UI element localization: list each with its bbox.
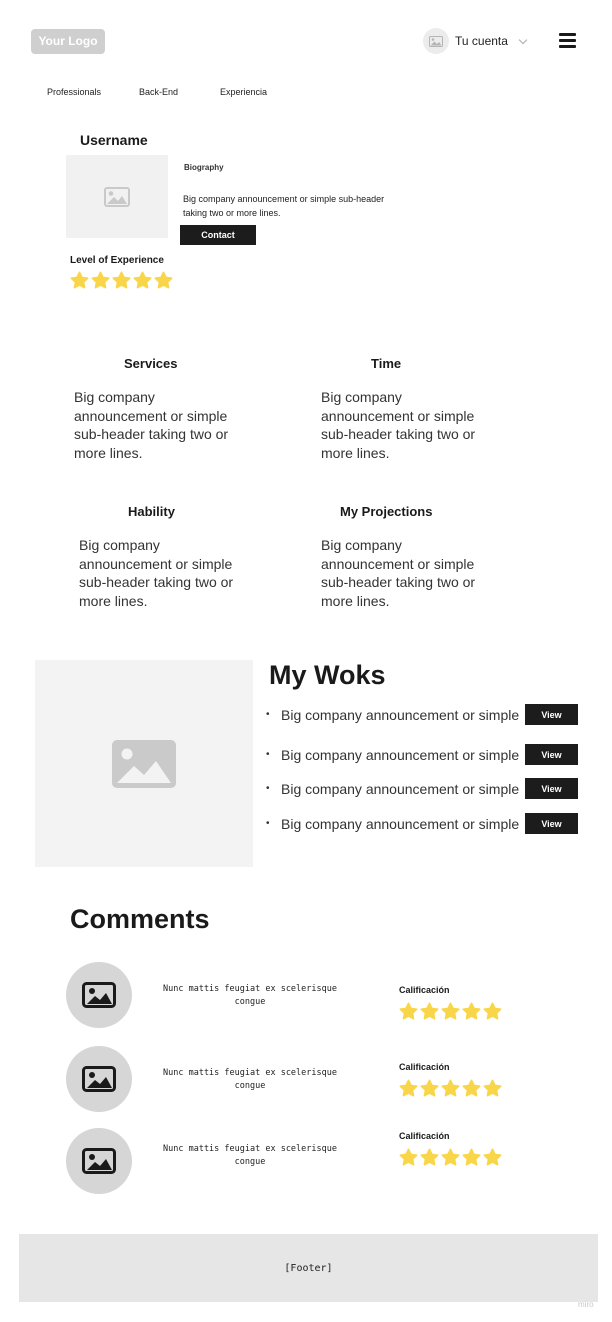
work-item-text: Big company announcement or simple [281, 706, 520, 723]
biography-title: Biography [184, 163, 224, 172]
image-placeholder-icon [112, 739, 176, 788]
star-icon [441, 1079, 460, 1097]
nav-link-professionals[interactable]: Professionals [47, 87, 101, 97]
star-icon [112, 271, 131, 289]
logo[interactable]: Your Logo [31, 29, 105, 54]
work-item-text: Big company announcement or simple [281, 815, 520, 832]
work-item: • Big company announcement or simple Vie… [266, 704, 578, 725]
account-menu[interactable]: Tu cuenta [423, 28, 528, 54]
chevron-down-icon [518, 35, 528, 44]
contact-button[interactable]: Contact [180, 225, 256, 245]
view-button[interactable]: View [525, 744, 578, 765]
section-title-my-projections: My Projections [340, 504, 433, 519]
watermark: miro [578, 1300, 594, 1309]
section-title-services: Services [124, 356, 178, 371]
rating-label: Calificación [399, 985, 450, 995]
experience-rating [70, 271, 173, 290]
work-item-text: Big company announcement or simple [281, 780, 520, 797]
star-icon [399, 1148, 418, 1166]
level-of-experience-label: Level of Experience [70, 255, 164, 266]
biography-text: Big company announcement or simple sub-h… [183, 194, 385, 218]
comment-text: Nunc mattis feugiat ex scelerisque congu… [163, 984, 337, 1007]
comment-rating [399, 1002, 502, 1021]
commenter-avatar [66, 1128, 132, 1194]
comments-title: Comments [70, 904, 210, 934]
star-icon [70, 271, 89, 289]
star-icon [399, 1002, 418, 1020]
star-icon [483, 1002, 502, 1020]
section-body-hability: Big company announcement or simple sub-h… [79, 537, 234, 610]
work-item-text: Big company announcement or simple [281, 746, 520, 763]
account-label: Tu cuenta [455, 34, 508, 48]
comment-rating [399, 1079, 502, 1098]
star-icon [91, 271, 110, 289]
work-item: • Big company announcement or simple Vie… [266, 744, 578, 765]
star-icon [462, 1079, 481, 1097]
image-icon [82, 1148, 116, 1174]
rating-label: Calificación [399, 1131, 450, 1141]
work-item: • Big company announcement or simple Vie… [266, 778, 578, 799]
star-icon [462, 1002, 481, 1020]
star-icon [420, 1002, 439, 1020]
star-icon [154, 271, 173, 289]
star-icon [420, 1079, 439, 1097]
section-title-hability: Hability [128, 504, 175, 519]
nav-link-back-end[interactable]: Back-End [139, 87, 178, 97]
view-button[interactable]: View [525, 778, 578, 799]
works-title: My Woks [269, 660, 386, 690]
image-icon [82, 1066, 116, 1092]
star-icon [133, 271, 152, 289]
footer: [Footer] [19, 1234, 598, 1302]
account-avatar-icon [423, 28, 449, 54]
rating-label: Calificación [399, 1062, 450, 1072]
works-image [35, 660, 253, 867]
section-body-time: Big company announcement or simple sub-h… [321, 389, 476, 462]
work-item: • Big company announcement or simple Vie… [266, 813, 578, 834]
commenter-avatar [66, 1046, 132, 1112]
nav-link-experiencia[interactable]: Experiencia [220, 87, 267, 97]
star-icon [441, 1148, 460, 1166]
comment-text: Nunc mattis feugiat ex scelerisque congu… [163, 1144, 337, 1167]
comment-text: Nunc mattis feugiat ex scelerisque congu… [163, 1068, 337, 1091]
username: Username [80, 132, 148, 148]
star-icon [483, 1079, 502, 1097]
hamburger-menu-icon[interactable] [559, 33, 576, 48]
view-button[interactable]: View [525, 704, 578, 725]
profile-picture [66, 155, 168, 238]
comment-rating [399, 1148, 502, 1167]
section-body-my-projections: Big company announcement or simple sub-h… [321, 537, 476, 610]
view-button[interactable]: View [525, 813, 578, 834]
star-icon [399, 1079, 418, 1097]
section-body-services: Big company announcement or simple sub-h… [74, 389, 229, 462]
star-icon [441, 1002, 460, 1020]
section-title-time: Time [371, 356, 402, 371]
image-icon [82, 982, 116, 1008]
star-icon [420, 1148, 439, 1166]
star-icon [483, 1148, 502, 1166]
commenter-avatar [66, 962, 132, 1028]
image-placeholder-icon [104, 186, 130, 207]
star-icon [462, 1148, 481, 1166]
